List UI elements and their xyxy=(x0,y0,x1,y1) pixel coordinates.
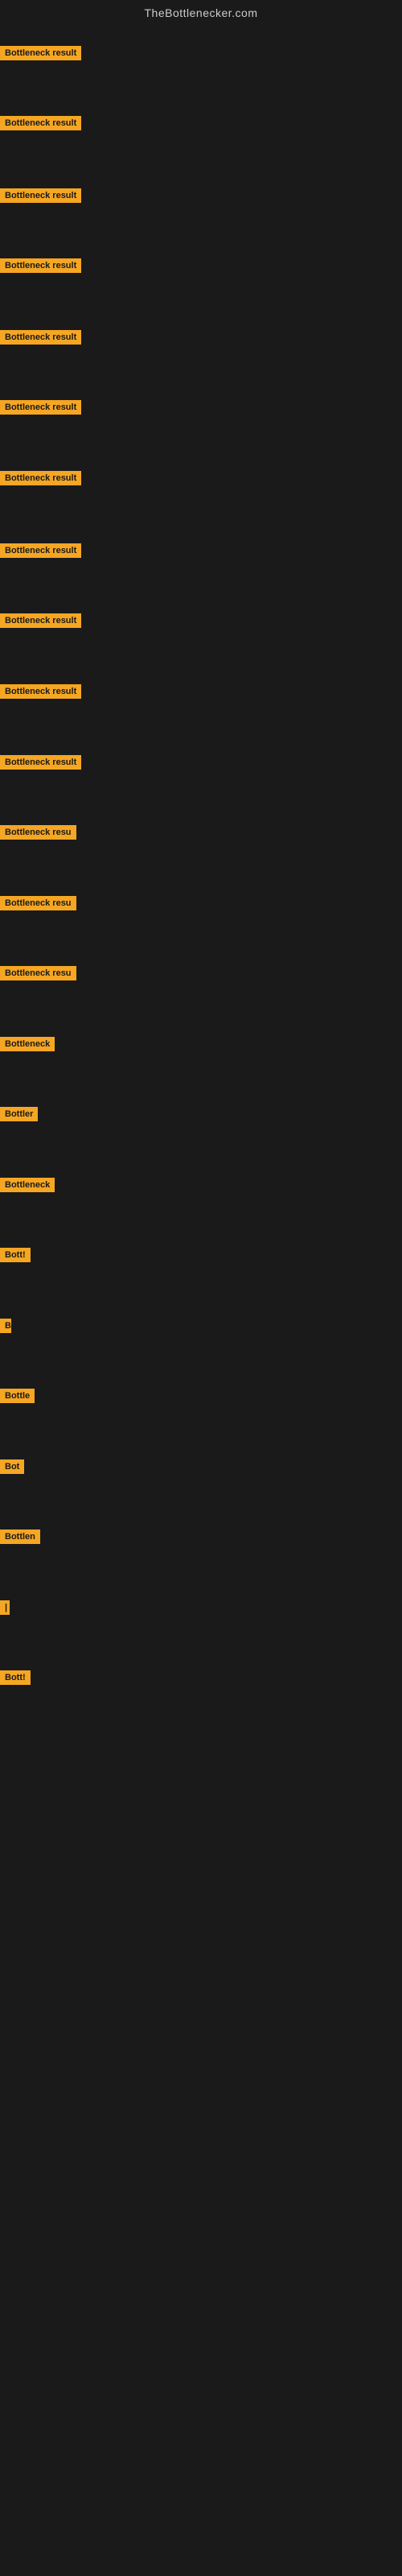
bottleneck-badge[interactable]: Bottleneck result xyxy=(0,613,81,628)
bottleneck-badge[interactable]: Bottler xyxy=(0,1107,38,1121)
list-item: Bottleneck result xyxy=(0,188,81,207)
bottleneck-badge[interactable]: Bottleneck result xyxy=(0,258,81,273)
list-item: Bottle xyxy=(0,1389,35,1407)
list-item: | xyxy=(0,1600,10,1619)
list-item: Bottlen xyxy=(0,1530,40,1548)
list-item: Bottler xyxy=(0,1107,38,1125)
bottleneck-badge[interactable]: | xyxy=(0,1600,10,1615)
list-item: Bottleneck xyxy=(0,1178,55,1196)
bottleneck-badge[interactable]: Bottleneck resu xyxy=(0,966,76,980)
list-item: Bottleneck result xyxy=(0,543,81,562)
list-item: Bottleneck result xyxy=(0,330,81,349)
list-item: Bottleneck xyxy=(0,1037,55,1055)
bottleneck-badge[interactable]: Bottleneck result xyxy=(0,330,81,345)
list-item: Bott! xyxy=(0,1248,31,1266)
bottleneck-badge[interactable]: Bott! xyxy=(0,1248,31,1262)
list-item: Bottleneck result xyxy=(0,613,81,632)
bottleneck-badge[interactable]: Bottleneck result xyxy=(0,116,81,130)
bottleneck-badge[interactable]: Bottleneck resu xyxy=(0,896,76,910)
bottleneck-badge[interactable]: Bottleneck result xyxy=(0,188,81,203)
bottleneck-badge[interactable]: Bottle xyxy=(0,1389,35,1403)
bottleneck-badge[interactable]: Bottleneck result xyxy=(0,400,81,415)
bottleneck-badge[interactable]: Bottleneck result xyxy=(0,46,81,60)
list-item: Bottleneck result xyxy=(0,400,81,419)
bottleneck-badge[interactable]: Bottleneck xyxy=(0,1178,55,1192)
list-item: Bott! xyxy=(0,1670,31,1689)
list-item: Bottleneck result xyxy=(0,258,81,277)
list-item: Bottleneck result xyxy=(0,46,81,64)
bottleneck-badge[interactable]: B xyxy=(0,1319,11,1333)
list-item: Bottleneck result xyxy=(0,755,81,774)
bottleneck-badge[interactable]: Bottlen xyxy=(0,1530,40,1544)
list-item: Bottleneck result xyxy=(0,471,81,489)
list-item: Bottleneck result xyxy=(0,684,81,703)
bottleneck-badge[interactable]: Bot xyxy=(0,1459,24,1474)
bottleneck-badge[interactable]: Bottleneck result xyxy=(0,755,81,770)
list-item: Bot xyxy=(0,1459,24,1478)
bottleneck-badge[interactable]: Bottleneck xyxy=(0,1037,55,1051)
list-item: Bottleneck result xyxy=(0,116,81,134)
bottleneck-badge[interactable]: Bott! xyxy=(0,1670,31,1685)
list-item: B xyxy=(0,1319,11,1337)
bottleneck-badge[interactable]: Bottleneck result xyxy=(0,543,81,558)
list-item: Bottleneck resu xyxy=(0,896,76,914)
list-item: Bottleneck resu xyxy=(0,966,76,985)
list-item: Bottleneck resu xyxy=(0,825,76,844)
bottleneck-badge[interactable]: Bottleneck result xyxy=(0,684,81,699)
bottleneck-badge[interactable]: Bottleneck result xyxy=(0,471,81,485)
bottleneck-badge[interactable]: Bottleneck resu xyxy=(0,825,76,840)
site-title: TheBottlenecker.com xyxy=(0,0,402,23)
